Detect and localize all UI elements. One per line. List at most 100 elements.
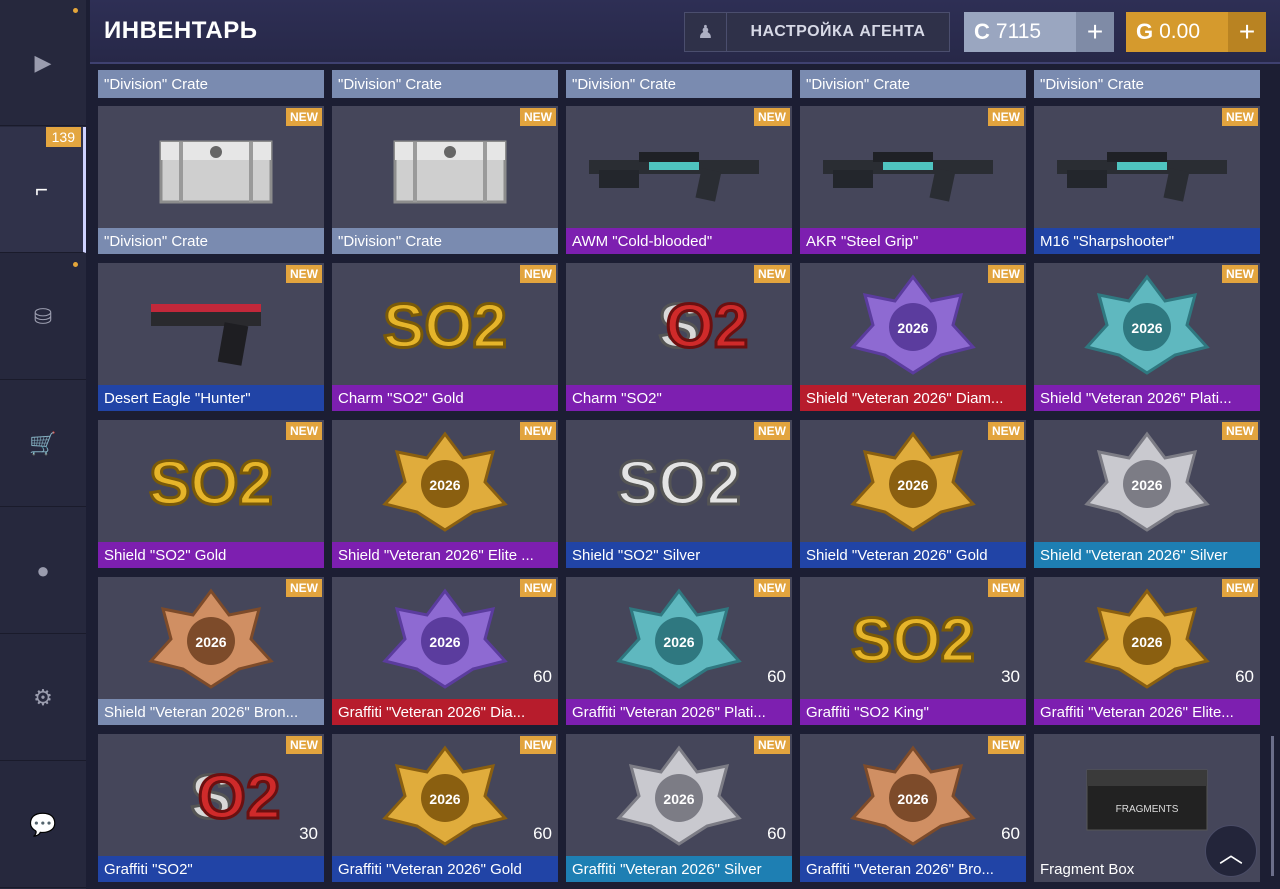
item-label: M16 "Sharpshooter" (1034, 228, 1260, 254)
item-label[interactable]: "Division" Crate (332, 70, 558, 98)
svg-text:2026: 2026 (663, 791, 694, 807)
inventory-item[interactable]: NEW Desert Eagle "Hunter" (98, 263, 324, 411)
new-badge: NEW (988, 422, 1024, 440)
new-badge: NEW (1222, 579, 1258, 597)
inventory-item[interactable]: 2026 NEW 60 Graffiti "Veteran 2026" Silver (566, 734, 792, 882)
item-quantity: 60 (767, 824, 786, 843)
sidebar-item-gear[interactable]: ⚙ (0, 635, 86, 761)
svg-text:2026: 2026 (195, 634, 226, 650)
new-badge: NEW (286, 422, 322, 440)
inventory-item[interactable]: 2026 NEW 60 Graffiti "Veteran 2026" Elite..… (1034, 577, 1260, 725)
scroll-to-top-button[interactable]: ︿ (1205, 825, 1257, 877)
sidebar-item-chat[interactable]: 💬 (0, 762, 86, 888)
chat-icon: 💬 (29, 811, 57, 837)
new-badge: NEW (286, 108, 322, 126)
inventory-item[interactable]: 2026 NEW Shield "Veteran 2026" Bron... (98, 577, 324, 725)
sidebar-item-coins[interactable]: ⛁ (0, 254, 86, 380)
item-label[interactable]: "Division" Crate (566, 70, 792, 98)
item-label: Shield "Veteran 2026" Plati... (1034, 385, 1260, 411)
item-label: Shield "Veteran 2026" Gold (800, 542, 1026, 568)
item-label: Graffiti "Veteran 2026" Dia... (332, 699, 558, 725)
inventory-item[interactable]: NEW "Division" Crate (332, 106, 558, 254)
sidebar-item-cart[interactable]: 🛒 (0, 381, 86, 507)
svg-text:2026: 2026 (1131, 634, 1162, 650)
svg-text:O2: O2 (666, 292, 749, 361)
inventory-item[interactable]: NEW AWM "Cold-blooded" (566, 106, 792, 254)
inventory-item[interactable]: SO2 NEW Charm "SO2" Gold (332, 263, 558, 411)
inventory-item[interactable]: NEW "Division" Crate (98, 106, 324, 254)
item-label: Charm "SO2" Gold (332, 385, 558, 411)
inventory-item[interactable]: NEW AKR "Steel Grip" (800, 106, 1026, 254)
add-silver-button[interactable]: + (1076, 12, 1114, 52)
item-quantity: 60 (1235, 667, 1254, 686)
svg-text:SO2: SO2 (383, 292, 507, 361)
inventory-item[interactable]: S O2 NEW Charm "SO2" (566, 263, 792, 411)
new-badge: NEW (286, 265, 322, 283)
svg-text:SO2: SO2 (851, 606, 975, 675)
item-quantity: 60 (533, 824, 552, 843)
inventory-item[interactable]: 2026 NEW Shield "Veteran 2026" Diam... (800, 263, 1026, 411)
new-badge: NEW (988, 108, 1024, 126)
new-badge: NEW (1222, 108, 1258, 126)
inventory-item[interactable]: 2026 NEW Shield "Veteran 2026" Gold (800, 420, 1026, 568)
inventory-item[interactable]: 2026 NEW 60 Graffiti "Veteran 2026" Dia... (332, 577, 558, 725)
add-gold-button[interactable]: + (1228, 12, 1266, 52)
scrollbar[interactable] (1271, 736, 1274, 876)
item-label: Graffiti "SO2 King" (800, 699, 1026, 725)
svg-text:2026: 2026 (897, 791, 928, 807)
inventory-item[interactable]: SO2 NEW Shield "SO2" Silver (566, 420, 792, 568)
item-label[interactable]: "Division" Crate (800, 70, 1026, 98)
inventory-item[interactable]: SO2 NEW 30 Graffiti "SO2 King" (800, 577, 1026, 725)
new-badge: NEW (754, 422, 790, 440)
inventory-item[interactable]: NEW M16 "Sharpshooter" (1034, 106, 1260, 254)
item-quantity: 60 (1001, 824, 1020, 843)
inventory-item[interactable]: S O2 NEW 30 Graffiti "SO2" (98, 734, 324, 882)
new-badge: NEW (754, 736, 790, 754)
item-label: Shield "Veteran 2026" Diam... (800, 385, 1026, 411)
inventory-item[interactable]: 2026 NEW Shield "Veteran 2026" Silver (1034, 420, 1260, 568)
item-label: AKR "Steel Grip" (800, 228, 1026, 254)
coins-icon: ⛁ (33, 303, 53, 329)
agent-icon: ♟ (685, 13, 727, 51)
sidebar: ▶ ⌐ 139 ⛁ 🛒 ● ⚙ 💬 (0, 0, 86, 889)
svg-text:2026: 2026 (429, 791, 460, 807)
item-label: Graffiti "Veteran 2026" Elite... (1034, 699, 1260, 725)
pistol-icon: ⌐ (35, 176, 48, 202)
notification-dot (73, 8, 78, 13)
item-label: Charm "SO2" (566, 385, 792, 411)
item-label: Shield "SO2" Silver (566, 542, 792, 568)
inventory-item[interactable]: 2026 NEW 60 Graffiti "Veteran 2026" Gold (332, 734, 558, 882)
notification-dot (73, 262, 78, 267)
inventory-item[interactable]: 2026 NEW 60 Graffiti "Veteran 2026" Plati..… (566, 577, 792, 725)
item-label[interactable]: "Division" Crate (1034, 70, 1260, 98)
silver-coin-icon: C (974, 19, 990, 44)
inventory-item[interactable]: 2026 NEW Shield "Veteran 2026" Plati... (1034, 263, 1260, 411)
svg-text:2026: 2026 (429, 634, 460, 650)
svg-text:2026: 2026 (1131, 320, 1162, 336)
gold-amount-box: G 0.00 (1126, 19, 1228, 45)
svg-text:2026: 2026 (429, 477, 460, 493)
play-icon: ▶ (34, 49, 52, 75)
sidebar-item-agent-head[interactable]: ● (0, 508, 86, 634)
item-quantity: 60 (767, 667, 786, 686)
new-badge: NEW (520, 579, 556, 597)
item-label: Shield "Veteran 2026" Bron... (98, 699, 324, 725)
svg-text:O2: O2 (198, 763, 281, 832)
sidebar-item-pistol[interactable]: ⌐ 139 (0, 127, 86, 253)
item-label[interactable]: "Division" Crate (98, 70, 324, 98)
inventory-item[interactable]: 2026 NEW Shield "Veteran 2026" Elite ... (332, 420, 558, 568)
silver-currency: C 7115 + (964, 12, 1114, 52)
new-badge: NEW (988, 736, 1024, 754)
item-label: Graffiti "Veteran 2026" Silver (566, 856, 792, 882)
svg-text:2026: 2026 (897, 320, 928, 336)
inventory-item[interactable]: SO2 NEW Shield "SO2" Gold (98, 420, 324, 568)
agent-settings-label: НАСТРОЙКА АГЕНТА (750, 23, 926, 40)
new-badge: NEW (520, 265, 556, 283)
sidebar-item-play[interactable]: ▶ (0, 0, 86, 126)
svg-text:2026: 2026 (897, 477, 928, 493)
item-count-badge: 139 (45, 127, 81, 147)
new-badge: NEW (286, 579, 322, 597)
item-label: AWM "Cold-blooded" (566, 228, 792, 254)
agent-settings-button[interactable]: ♟ НАСТРОЙКА АГЕНТА (684, 12, 950, 52)
inventory-item[interactable]: 2026 NEW 60 Graffiti "Veteran 2026" Bro... (800, 734, 1026, 882)
